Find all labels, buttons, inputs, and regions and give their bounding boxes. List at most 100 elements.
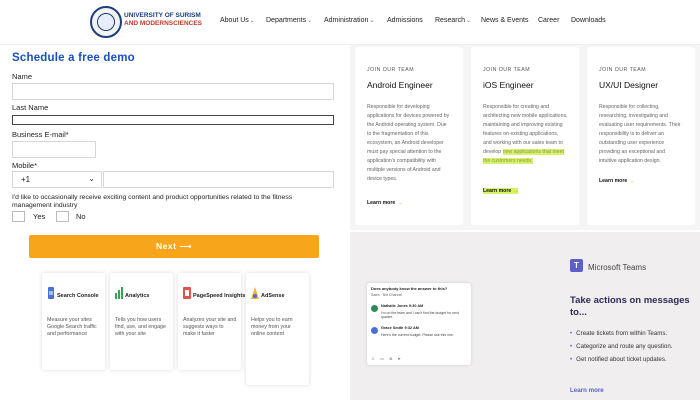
- job-description: Responsible for developing applications …: [367, 103, 452, 184]
- university-name-line1: UNIVERSITY OF SURISM: [124, 12, 201, 19]
- job-eyebrow: JOIN OUR TEAM: [483, 67, 531, 73]
- mock-message-time: 9:30 AM: [408, 304, 424, 308]
- nav-research[interactable]: Research⌄: [435, 17, 471, 24]
- tool-description: Helps you to earn money from your online…: [251, 317, 293, 337]
- teams-chat-mockup: Does anybody know the answer to this? Sa…: [367, 283, 471, 365]
- learn-more-link-ios[interactable]: Learn more →: [483, 188, 519, 194]
- nav-administration[interactable]: Administration⌄: [324, 17, 374, 24]
- nav-about-us[interactable]: About Us⌄: [220, 17, 255, 24]
- tool-card-analytics[interactable]: Analytics Tells you how users find, use,…: [110, 273, 173, 370]
- tool-description: Analyzes your site and suggests ways to …: [183, 317, 237, 337]
- arrow-right-icon: →: [513, 188, 519, 194]
- job-eyebrow: JOIN OUR TEAM: [367, 67, 415, 73]
- bullet-icon: •: [570, 343, 573, 350]
- learn-more-label: Learn more: [367, 200, 396, 206]
- mock-message-time: 9:32 AM: [404, 326, 419, 330]
- mock-author-name: Nathalie Jones: [381, 304, 408, 308]
- mock-message-author: Nathalie Jones 9:30 AM: [381, 304, 423, 308]
- bullet-icon: •: [570, 330, 573, 337]
- consent-no-label: No: [76, 212, 86, 221]
- job-description-text: Responsible for creating and architectin…: [483, 104, 568, 155]
- job-description: Responsible for collecting, researching,…: [599, 103, 684, 166]
- tool-description: Tells you how users find, use, and engag…: [115, 317, 166, 337]
- form-title: Schedule a free demo: [12, 52, 135, 64]
- mock-author-name: Grace Smith: [381, 326, 404, 330]
- university-logo[interactable]: [90, 6, 122, 38]
- learn-more-label: Learn more: [483, 188, 512, 194]
- nav-career[interactable]: Career: [538, 17, 559, 24]
- last-name-input[interactable]: [12, 115, 334, 125]
- nav-label: Research: [435, 17, 465, 24]
- next-button[interactable]: Next ⟶: [29, 235, 319, 258]
- job-description-text: Responsible for developing applications …: [367, 104, 450, 182]
- nav-label: Departments: [266, 17, 307, 24]
- avatar: [371, 327, 378, 334]
- learn-more-ios-wrap: Learn more →: [471, 188, 531, 200]
- tool-name: PageSpeed Insights: [193, 293, 246, 299]
- university-name[interactable]: UNIVERSITY OF SURISM AND MODERNSCIENCES: [124, 12, 224, 28]
- site-header: UNIVERSITY OF SURISM AND MODERNSCIENCES …: [0, 0, 700, 45]
- learn-more-link-android[interactable]: Learn more →: [367, 200, 402, 206]
- list-item-text: Get notified about ticket updates.: [576, 356, 667, 363]
- nav-admissions[interactable]: Admissions: [387, 17, 423, 24]
- nav-downloads[interactable]: Downloads: [571, 17, 606, 24]
- nav-departments[interactable]: Departments⌄: [266, 17, 312, 24]
- arrow-right-icon: →: [629, 178, 635, 184]
- avatar: [371, 305, 378, 312]
- nav-label: Admissions: [387, 17, 423, 24]
- tool-card-adsense[interactable]: AdSense Helps you to earn money from you…: [246, 273, 309, 385]
- job-title: Android Engineer: [367, 80, 433, 90]
- learn-more-android-wrap: Learn more →: [355, 200, 415, 212]
- country-code-value: +1: [21, 175, 31, 184]
- mock-header: Does anybody know the answer to this?: [371, 286, 448, 291]
- bullet-icon: •: [570, 356, 573, 363]
- mobile-label: Mobile*: [12, 161, 38, 170]
- adsense-icon: [251, 287, 259, 299]
- last-name-label: Last Name: [12, 103, 49, 112]
- name-label: Name: [12, 72, 33, 81]
- nav-label: About Us: [220, 17, 249, 24]
- job-description: Responsible for creating and architectin…: [483, 103, 568, 166]
- mobile-input[interactable]: [103, 171, 334, 188]
- email-input[interactable]: [12, 141, 96, 158]
- chevron-down-icon: ⌄: [465, 18, 471, 24]
- learn-more-link-ux[interactable]: Learn more →: [599, 178, 634, 184]
- tool-description: Measure your sites Google Search traffic…: [47, 317, 97, 337]
- teams-learn-more-link[interactable]: Learn more: [570, 387, 604, 394]
- tool-card-pagespeed[interactable]: PageSpeed Insights Analyzes your site an…: [178, 273, 245, 370]
- chevron-down-icon: ⌄: [88, 174, 95, 183]
- learn-more-ux-wrap: Learn more →: [587, 178, 647, 190]
- list-item-text: Categorize and route any question.: [576, 343, 673, 350]
- analytics-icon: [115, 287, 123, 299]
- job-eyebrow: JOIN OUR TEAM: [599, 67, 647, 73]
- email-label: Business E-mail*: [12, 130, 69, 139]
- arrow-right-icon: →: [397, 200, 403, 206]
- teams-feature-list: • Create tickets from within Teams. • Cate…: [570, 330, 673, 369]
- country-code-select[interactable]: +1 ⌄: [12, 171, 102, 188]
- list-item-text: Create tickets from within Teams.: [576, 330, 668, 337]
- chevron-down-icon: ⌄: [249, 18, 255, 24]
- list-item: • Create tickets from within Teams.: [570, 330, 673, 343]
- tool-name: Search Console: [57, 293, 99, 299]
- consent-no-checkbox[interactable]: [56, 211, 69, 222]
- tool-name: AdSense: [261, 293, 285, 299]
- arrow-right-icon: ⟶: [179, 241, 192, 251]
- nav-news-events[interactable]: News & Events: [481, 17, 528, 24]
- job-description-text: Responsible for collecting, researching,…: [599, 104, 681, 164]
- name-input[interactable]: [12, 83, 334, 100]
- microsoft-teams-icon: T: [570, 259, 583, 272]
- tool-card-search-console[interactable]: Search Console Measure your sites Google…: [42, 273, 105, 370]
- main-nav: About Us⌄ Departments⌄ Administration⌄ A…: [220, 17, 700, 29]
- job-card-android[interactable]: JOIN OUR TEAM Android Engineer Responsib…: [355, 47, 463, 225]
- learn-more-label: Learn more: [599, 178, 628, 184]
- next-button-label: Next: [156, 241, 177, 251]
- teams-brand-name: Microsoft Teams: [588, 263, 647, 272]
- job-card-ux-ui[interactable]: JOIN OUR TEAM UX/UI Designer Responsible…: [587, 47, 695, 225]
- consent-yes-checkbox[interactable]: [12, 211, 25, 222]
- university-name-line2: AND MODERNSCIENCES: [124, 20, 203, 27]
- consent-text: I'd like to occasionally receive excitin…: [12, 194, 293, 209]
- list-item: • Categorize and route any question.: [570, 343, 673, 356]
- chevron-down-icon: ⌄: [369, 18, 375, 24]
- teams-headline: Take actions on messages to...: [570, 295, 690, 318]
- mock-compose-toolbar: ☺ ▭ ⊕ ➤: [371, 356, 403, 361]
